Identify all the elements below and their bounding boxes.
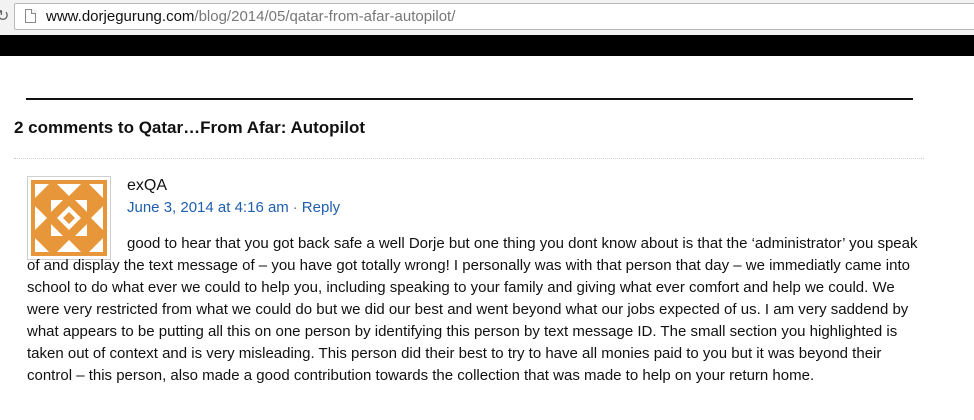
reply-link[interactable]: Reply bbox=[302, 199, 340, 216]
url-host: www.dorjegurung.com bbox=[46, 8, 195, 25]
url-field[interactable]: www.dorjegurung.com/blog/2014/05/qatar-f… bbox=[14, 3, 974, 30]
comment-date-link[interactable]: June 3, 2014 at 4:16 am bbox=[127, 199, 289, 216]
section-divider bbox=[26, 98, 913, 100]
reload-icon[interactable]: ↻ bbox=[0, 8, 10, 26]
url-text: www.dorjegurung.com/blog/2014/05/qatar-f… bbox=[46, 8, 455, 25]
browser-address-bar: ↻ www.dorjegurung.com/blog/2014/05/qatar… bbox=[0, 0, 974, 36]
black-header-bar bbox=[0, 35, 974, 56]
url-path: /blog/2014/05/qatar-from-afar-autopilot/ bbox=[194, 8, 456, 25]
meta-separator: · bbox=[292, 199, 298, 216]
comment-meta: June 3, 2014 at 4:16 am · Reply bbox=[127, 199, 340, 216]
comment-body: good to hear that you got back safe a we… bbox=[27, 235, 918, 384]
page-icon bbox=[25, 9, 36, 23]
comments-heading: 2 comments to Qatar…From Afar: Autopilot bbox=[14, 118, 366, 137]
comment-author[interactable]: exQA bbox=[127, 177, 167, 195]
comment-divider bbox=[14, 158, 924, 159]
